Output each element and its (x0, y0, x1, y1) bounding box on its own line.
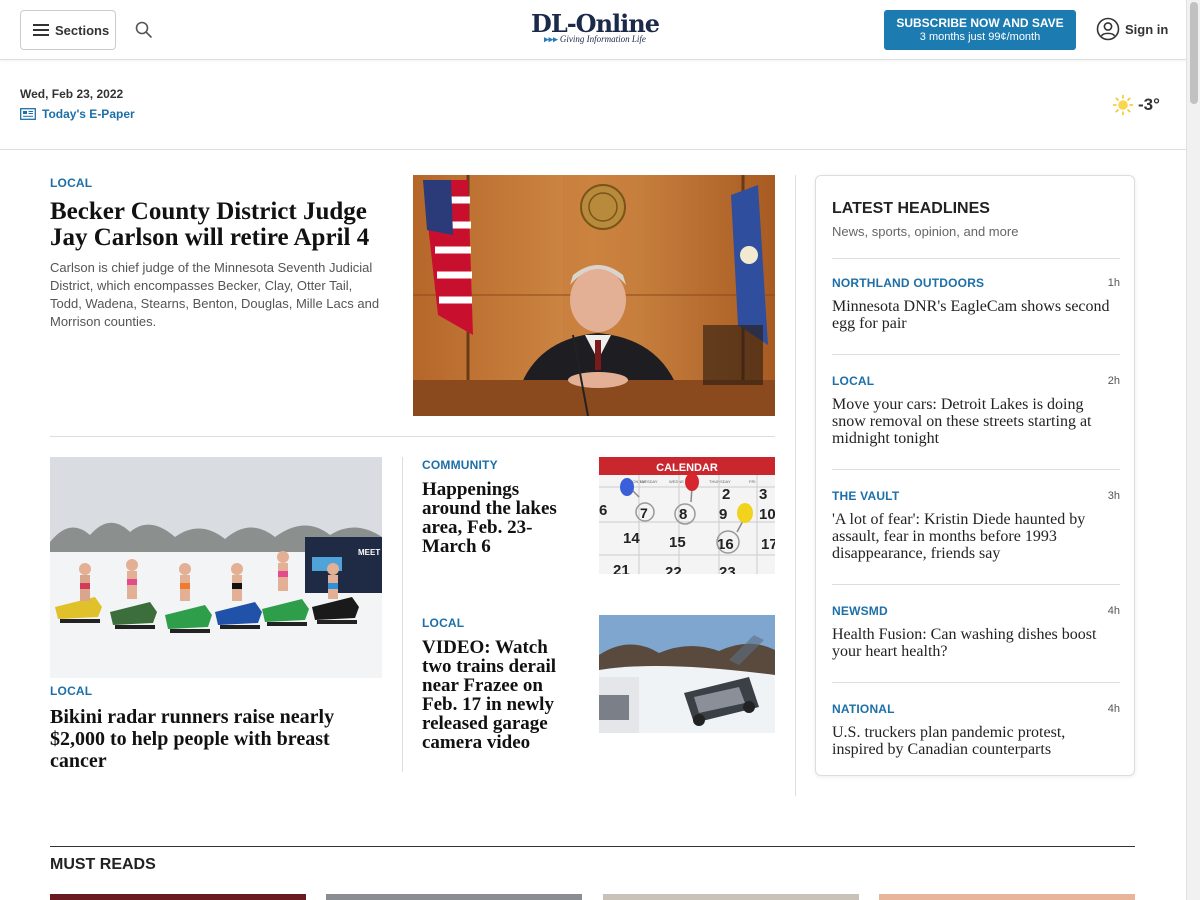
latest-headline[interactable]: Move your cars: Detroit Lakes is doing s… (832, 396, 1120, 447)
subscribe-button[interactable]: SUBSCRIBE NOW AND SAVE 3 months just 99¢… (884, 10, 1076, 50)
lead-story-headline[interactable]: Becker County District Judge Jay Carlson… (50, 199, 390, 251)
story-photo-train-derail[interactable] (599, 615, 775, 733)
headline-divider (832, 584, 1120, 585)
headline-divider (832, 258, 1120, 259)
date-weather-strip: Wed, Feb 23, 2022 Today's E-Paper -3° (0, 60, 1186, 150)
latest-time: 1h (1107, 277, 1120, 289)
sections-button[interactable]: Sections (20, 10, 116, 50)
logo-wordmark: DL-Online (531, 9, 660, 38)
user-circle-icon (1096, 17, 1120, 41)
latest-time: 4h (1107, 605, 1120, 617)
column-divider (402, 457, 403, 772)
calendar-day: THURSDAY (709, 479, 731, 484)
current-date: Wed, Feb 23, 2022 (20, 87, 124, 101)
calendar-number: 7 (640, 505, 648, 521)
calendar-number: 23 (719, 564, 736, 574)
calendar-number: 16 (717, 536, 734, 553)
headline-divider (832, 354, 1120, 355)
calendar-number: 15 (669, 534, 686, 551)
calendar-number: 6 (599, 502, 607, 519)
calendar-title: CALENDAR (656, 462, 718, 474)
search-icon[interactable] (134, 20, 154, 40)
story-kicker[interactable]: LOCAL (422, 616, 464, 630)
banner-text: MEET Y (358, 548, 382, 557)
latest-headline-item[interactable]: NEWSMD 4h Health Fusion: Can washing dish… (832, 604, 1120, 660)
weather-widget[interactable]: -3° (1112, 94, 1160, 116)
story-photo-bikini-radar[interactable]: MEET Y (50, 457, 382, 678)
latest-headline-item[interactable]: NATIONAL 4h U.S. truckers plan pandemic p… (832, 702, 1120, 758)
latest-time: 4h (1107, 703, 1120, 715)
section-divider (50, 436, 775, 437)
hamburger-icon (33, 24, 49, 36)
lead-story-summary: Carlson is chief judge of the Minnesota … (50, 260, 380, 329)
subscribe-offer: 3 months just 99¢/month (919, 31, 1041, 43)
temperature: -3° (1138, 95, 1160, 114)
sign-in-button[interactable]: Sign in (1096, 17, 1168, 41)
calendar-number: 2 (722, 486, 730, 503)
calendar-number: 8 (679, 506, 687, 523)
story-kicker[interactable]: LOCAL (50, 684, 92, 698)
calendar-number: 17 (761, 536, 775, 553)
must-read-thumbnail[interactable] (50, 894, 306, 900)
epaper-link[interactable]: Today's E-Paper (20, 107, 135, 121)
calendar-number: 21 (613, 562, 630, 574)
calendar-day: WEDNE (669, 479, 684, 484)
calendar-number: 3 (759, 486, 767, 503)
latest-kicker[interactable]: NEWSMD (832, 604, 888, 618)
latest-kicker[interactable]: THE VAULT (832, 489, 899, 503)
latest-headline[interactable]: Minnesota DNR's EagleCam shows second eg… (832, 298, 1120, 332)
subscribe-headline: SUBSCRIBE NOW AND SAVE (896, 16, 1064, 30)
latest-kicker[interactable]: LOCAL (832, 374, 874, 388)
headline-divider (832, 469, 1120, 470)
top-navigation-bar: Sections DL-Online ▸▸▸ Giving Informatio… (0, 0, 1186, 60)
calendar-day: TUESDAY (639, 479, 658, 484)
latest-headlines-title: LATEST HEADLINES (832, 200, 990, 217)
epaper-label: Today's E-Paper (42, 107, 135, 121)
latest-headline[interactable]: Health Fusion: Can washing dishes boost … (832, 626, 1120, 660)
headline-divider (832, 682, 1120, 683)
must-reads-title: MUST READS (50, 856, 156, 873)
latest-headline-item[interactable]: LOCAL 2h Move your cars: Detroit Lakes is… (832, 374, 1120, 447)
story-headline[interactable]: Happenings around the lakes area, Feb. 2… (422, 480, 582, 556)
calendar-number: 10 (759, 506, 775, 523)
latest-time: 3h (1107, 490, 1120, 502)
latest-headlines-panel: LATEST HEADLINES News, sports, opinion, … (815, 175, 1135, 776)
newspaper-icon (20, 108, 36, 120)
story-photo-calendar[interactable]: CALENDAR MONDAY TUESDAY WEDNE THURSDAY F… (599, 457, 775, 574)
calendar-number: 22 (665, 564, 682, 574)
site-logo[interactable]: DL-Online ▸▸▸ Giving Information Life (530, 12, 660, 48)
column-divider (795, 175, 796, 796)
sun-icon (1112, 94, 1134, 116)
sections-label: Sections (55, 22, 110, 38)
latest-time: 2h (1107, 375, 1120, 387)
must-reads-rule (50, 846, 1135, 847)
must-read-thumbnail[interactable] (326, 894, 582, 900)
latest-kicker[interactable]: NATIONAL (832, 702, 895, 716)
latest-headline[interactable]: 'A lot of fear': Kristin Diede haunted b… (832, 511, 1120, 562)
story-headline[interactable]: Bikini radar runners raise nearly $2,000… (50, 706, 370, 772)
must-read-thumbnail[interactable] (879, 894, 1135, 900)
calendar-number: 9 (719, 506, 727, 523)
latest-headlines-subtitle: News, sports, opinion, and more (832, 224, 1019, 239)
must-read-thumbnail[interactable] (603, 894, 859, 900)
logo-tagline: Giving Information Life (559, 34, 646, 44)
lead-story-kicker[interactable]: LOCAL (50, 176, 92, 190)
scrollbar-thumb[interactable] (1190, 2, 1198, 104)
story-kicker[interactable]: COMMUNITY (422, 458, 498, 472)
calendar-number: 14 (623, 530, 640, 547)
page-scrollbar[interactable] (1186, 0, 1200, 900)
story-headline[interactable]: VIDEO: Watch two trains derail near Fraz… (422, 638, 582, 752)
lead-story-photo[interactable] (413, 175, 775, 416)
latest-kicker[interactable]: NORTHLAND OUTDOORS (832, 276, 984, 290)
latest-headline-item[interactable]: NORTHLAND OUTDOORS 1h Minnesota DNR's Eag… (832, 276, 1120, 332)
sign-in-label: Sign in (1125, 21, 1169, 37)
latest-headline-item[interactable]: THE VAULT 3h 'A lot of fear': Kristin Die… (832, 489, 1120, 562)
latest-headline[interactable]: U.S. truckers plan pandemic protest, ins… (832, 724, 1120, 758)
calendar-day: FRI (749, 479, 755, 484)
logo-arrows-icon: ▸▸▸ (544, 34, 558, 44)
